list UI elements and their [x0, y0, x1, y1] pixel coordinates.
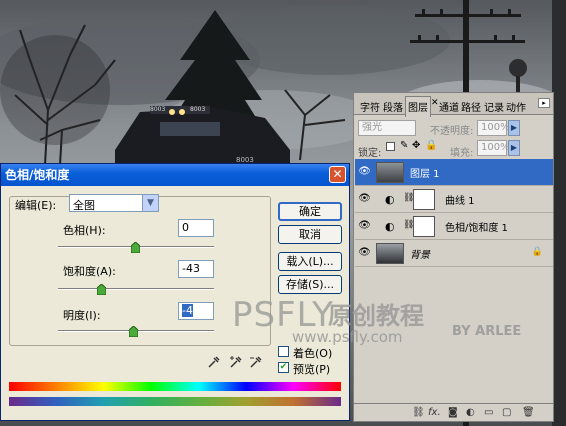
saturation-label: 饱和度(A): — [63, 265, 116, 278]
panel-footer: ⛓ fx. ◙ ◐ ▭ ▢ 🗑 — [354, 403, 553, 421]
save-button[interactable]: 存储(S)... — [278, 275, 342, 294]
edit-select-value: 全图 — [73, 199, 95, 212]
layer-thumbnail — [376, 243, 404, 264]
dialog-title: 色相/饱和度 — [5, 168, 70, 182]
tab-paragraph[interactable]: 段落 — [383, 99, 403, 114]
tab-character[interactable]: 字符 — [360, 99, 380, 114]
lightness-slider-thumb[interactable] — [129, 326, 138, 337]
colorize-checkbox[interactable] — [278, 346, 289, 357]
hue-label: 色相(H): — [63, 224, 106, 237]
layer-name: 曲线 1 — [445, 196, 475, 207]
cancel-button[interactable]: 取消 — [278, 225, 342, 244]
layer-thumbnail — [376, 162, 404, 183]
lock-move-icon[interactable]: ✥ — [412, 140, 420, 151]
blend-mode-value: 强光 — [362, 122, 382, 133]
fill-input[interactable]: 100% — [477, 140, 510, 156]
svg-text:8003: 8003 — [150, 106, 165, 113]
svg-text:8003: 8003 — [190, 106, 205, 113]
lightness-label: 明度(I): — [63, 309, 101, 322]
eye-icon[interactable]: 👁 — [358, 193, 371, 205]
tab-layers[interactable]: 图层 — [405, 96, 431, 117]
layer-name: 图层 1 — [410, 169, 440, 180]
layer-row-curves1[interactable]: 👁 ◐ ⛓ 曲线 1 — [355, 186, 553, 213]
layer-name: 色相/饱和度 1 — [445, 223, 508, 234]
close-icon[interactable]: ✕ — [329, 166, 346, 183]
eyedropper-plus-icon[interactable] — [229, 355, 243, 369]
ok-button[interactable]: 确定 — [278, 202, 342, 221]
fill-arrow-icon[interactable]: ▶ — [508, 140, 520, 156]
saturation-slider-track[interactable] — [58, 288, 214, 290]
edit-select[interactable]: 全图 ▼ — [69, 194, 159, 212]
hue-input[interactable]: 0 — [178, 219, 214, 237]
eye-icon[interactable]: 👁 — [358, 166, 371, 178]
chevron-down-icon[interactable]: ▼ — [142, 195, 158, 211]
watermark-url: www.psfly.com — [292, 328, 403, 346]
delete-layer-icon[interactable]: 🗑 — [522, 407, 535, 418]
lightness-value: -4 — [182, 304, 193, 317]
new-adjustment-layer-icon[interactable]: ◐ — [466, 407, 475, 418]
preview-checkbox[interactable]: ✔ — [278, 362, 289, 373]
close-tab-icon[interactable]: ✕ — [431, 98, 439, 108]
edit-label: 编辑(E): — [15, 199, 57, 212]
watermark-cn: 原创教程 — [328, 302, 424, 330]
lightness-input[interactable]: -4 — [178, 302, 214, 320]
lock-label: 锁定: — [358, 148, 382, 159]
panel-menu-icon[interactable]: ▸ — [538, 98, 550, 108]
watermark-by: BY ARLEE — [452, 324, 522, 339]
saturation-input[interactable]: -43 — [178, 260, 214, 278]
opacity-input[interactable]: 100% — [477, 120, 510, 136]
adjustment-layer-icon: ◐ — [385, 193, 395, 206]
layer-mask-thumbnail — [413, 189, 435, 210]
lock-transparent-icon[interactable] — [386, 142, 395, 151]
layers-panel: 字符 段落 图层 ✕ 通道 路径 记录 动作 ▸ 强光 不透明度: 100% ▶… — [353, 92, 554, 422]
link-layers-icon[interactable]: ⛓ — [412, 407, 425, 418]
eye-icon[interactable]: 👁 — [358, 220, 371, 232]
tab-channels[interactable]: 通道 — [439, 99, 459, 114]
panel-tab-bar: 字符 段落 图层 ✕ 通道 路径 记录 动作 ▸ — [354, 93, 553, 117]
layer-mask-thumbnail — [413, 216, 435, 237]
add-mask-icon[interactable]: ◙ — [448, 407, 458, 418]
tab-actions[interactable]: 动作 — [506, 99, 526, 114]
layer-row-background[interactable]: 👁 背景 🔒 — [355, 240, 553, 267]
lock-icon: 🔒 — [531, 247, 543, 257]
saturation-slider-thumb[interactable] — [97, 284, 106, 295]
new-group-icon[interactable]: ▭ — [484, 407, 493, 418]
fx-icon[interactable]: fx. — [428, 407, 441, 418]
tab-paths[interactable]: 路径 — [461, 99, 481, 114]
input-spectrum-bar — [9, 382, 341, 391]
lock-brush-icon[interactable]: ✎ — [400, 140, 408, 151]
hue-slider-thumb[interactable] — [131, 242, 140, 253]
output-spectrum-bar — [9, 397, 341, 406]
lock-all-icon[interactable]: 🔒 — [425, 140, 437, 151]
layer-name: 背景 — [410, 250, 430, 261]
fill-label: 填充: — [450, 148, 474, 159]
eyedropper-minus-icon[interactable] — [249, 355, 263, 369]
opacity-arrow-icon[interactable]: ▶ — [508, 120, 520, 136]
hue-saturation-dialog: 色相/饱和度 ✕ 编辑(E): 全图 ▼ 色相(H): 0 饱和度(A): -4… — [0, 163, 350, 421]
preview-label: 预览(P) — [293, 363, 331, 376]
adjustment-layer-icon: ◐ — [385, 220, 395, 233]
load-button[interactable]: 载入(L)... — [278, 252, 342, 271]
eyedropper-icon[interactable] — [207, 355, 221, 369]
layer-row-hue-saturation1[interactable]: 👁 ◐ ⛓ 色相/饱和度 1 — [355, 213, 553, 240]
layer-row-layer1[interactable]: 👁 图层 1 — [355, 159, 553, 186]
colorize-label: 着色(O) — [293, 347, 333, 360]
dialog-title-bar[interactable]: 色相/饱和度 ✕ — [1, 164, 349, 186]
blend-mode-select[interactable]: 强光 — [358, 120, 416, 136]
new-layer-icon[interactable]: ▢ — [502, 407, 511, 418]
opacity-label: 不透明度: — [430, 126, 474, 137]
eye-icon[interactable]: 👁 — [358, 247, 371, 259]
tab-history[interactable]: 记录 — [484, 99, 504, 114]
